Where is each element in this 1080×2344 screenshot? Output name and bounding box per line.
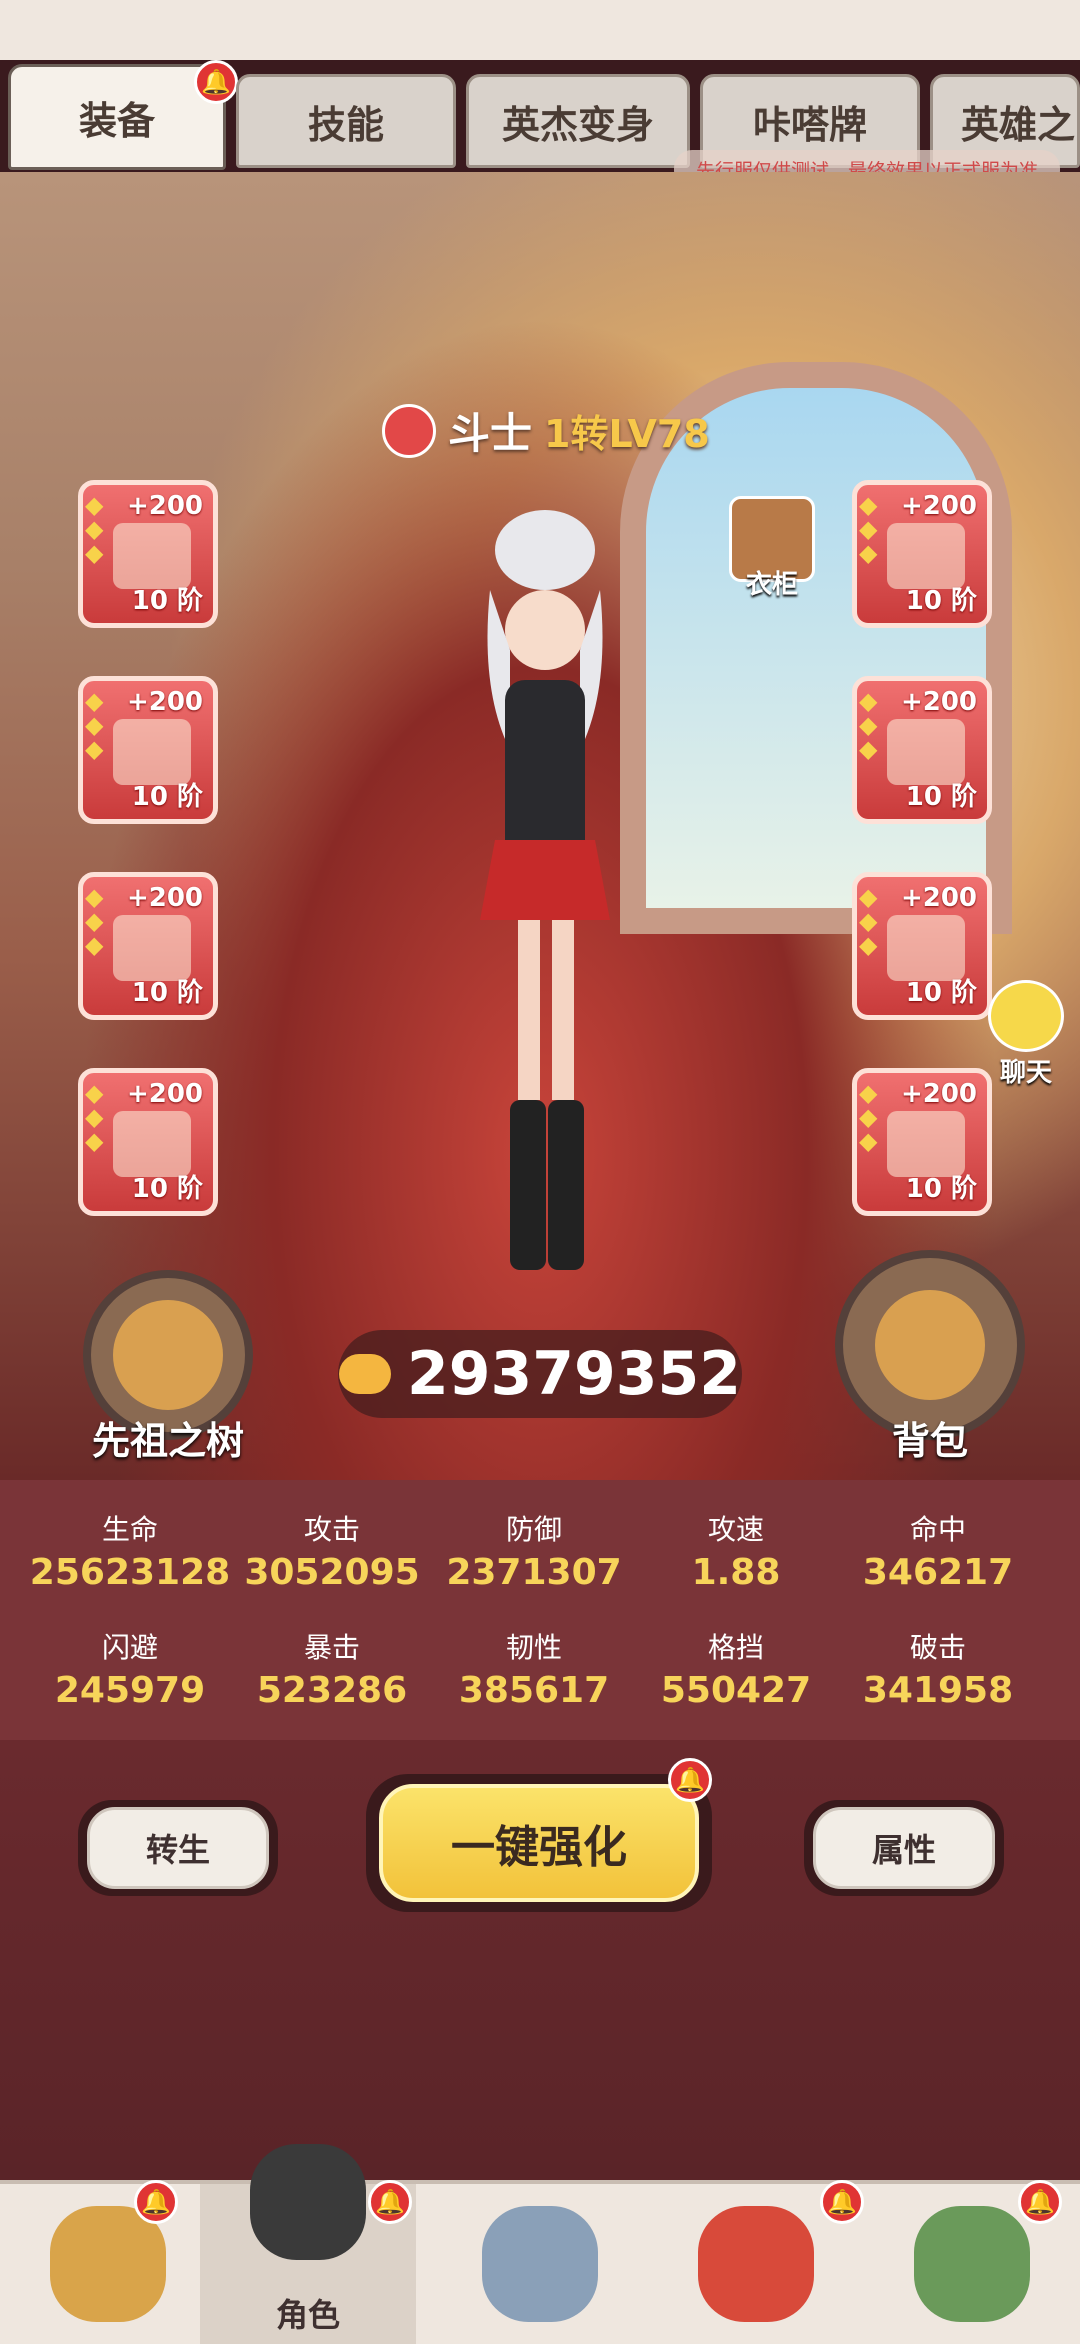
sword-shield-icon xyxy=(482,2206,598,2322)
star-icons: ◆ ◆ ◆ xyxy=(85,491,104,567)
chat-label: 聊天 xyxy=(999,1058,1052,1088)
tab-label: 咔嗒牌 xyxy=(752,102,867,147)
tier-label: 10 阶 xyxy=(905,586,977,616)
stat-accuracy: 命中 346217 xyxy=(862,1513,1014,1593)
star-icons: ◆ ◆ ◆ xyxy=(85,1079,104,1155)
star-icons: ◆ ◆ ◆ xyxy=(85,883,104,959)
tab-label: 装备 xyxy=(78,98,155,143)
nav-item-5[interactable]: 🔔 xyxy=(864,2180,1080,2344)
equipment-slot-bow[interactable]: ◆ ◆ ◆ +200 10 阶 xyxy=(78,676,218,824)
tab-label: 英雄之 xyxy=(961,102,1076,147)
star-icons: ◆ ◆ ◆ xyxy=(859,491,878,567)
equipment-slot-weapon-secondary[interactable]: ◆ ◆ ◆ +200 10 阶 xyxy=(852,480,992,628)
ancestor-tree-label: 先祖之树 xyxy=(91,1419,244,1463)
tier-label: 10 阶 xyxy=(131,586,203,616)
tab-label: 技能 xyxy=(307,102,384,147)
combat-power: 29379352 xyxy=(338,1330,742,1418)
enhance-level: +200 xyxy=(900,1079,977,1109)
enhance-level: +200 xyxy=(900,491,977,521)
enhance-level: +200 xyxy=(900,687,977,717)
nav-label: 角色 xyxy=(275,2296,340,2334)
tab-skills[interactable]: 技能 xyxy=(236,74,456,168)
equipment-slot-necklace[interactable]: ◆ ◆ ◆ +200 10 阶 xyxy=(852,1068,992,1216)
nav-item-3[interactable] xyxy=(432,2184,648,2344)
nav-item-4[interactable]: 🔔 xyxy=(648,2180,864,2344)
star-icons: ◆ ◆ ◆ xyxy=(85,687,104,763)
wardrobe-label: 衣柜 xyxy=(745,570,798,600)
tab-hero-transform[interactable]: 英杰变身 xyxy=(466,74,690,168)
stat-block: 格挡 550427 xyxy=(660,1631,812,1711)
nav-item-1[interactable]: 🔔 xyxy=(0,2180,216,2344)
chat-bubble-icon xyxy=(988,980,1064,1052)
class-icon xyxy=(382,403,436,458)
equipment-slot-boots[interactable]: ◆ ◆ ◆ +200 10 阶 xyxy=(852,872,992,1020)
notification-bell-icon: 🔔 xyxy=(1018,2180,1062,2224)
tribal-mask-icon xyxy=(914,2206,1030,2322)
stat-defense: 防御 2371307 xyxy=(446,1513,622,1593)
enhance-level: +200 xyxy=(126,687,203,717)
enhance-level: +200 xyxy=(900,883,977,913)
stat-toughness: 韧性 385617 xyxy=(458,1631,610,1711)
attributes-button[interactable]: 属性 xyxy=(804,1800,1004,1896)
tier-label: 10 阶 xyxy=(905,978,977,1008)
top-strip xyxy=(0,0,1080,60)
tab-label: 英杰变身 xyxy=(501,102,654,147)
bottom-nav: 🔔 角色 🔔 🔔 🔔 xyxy=(0,2144,1080,2344)
tier-label: 10 阶 xyxy=(131,782,203,812)
rebirth-button[interactable]: 转生 xyxy=(78,1800,278,1896)
hero-character-image xyxy=(480,510,610,1270)
character-avatar-icon xyxy=(250,2144,366,2260)
ancestor-tree-button[interactable]: 先祖之树 xyxy=(68,1270,268,1465)
chat-button[interactable]: 聊天 xyxy=(988,980,1064,1089)
enhance-all-button[interactable]: 一键强化 xyxy=(366,1774,712,1912)
equipment-slot-helmet[interactable]: ◆ ◆ ◆ +200 10 阶 xyxy=(852,676,992,824)
notification-bell-icon: 🔔 xyxy=(134,2180,178,2224)
rebirth-label: 转生 xyxy=(87,1807,269,1889)
notification-bell-icon: 🔔 xyxy=(368,2180,412,2224)
tier-label: 10 阶 xyxy=(131,1174,203,1204)
stats-panel: 生命 25623128 攻击 3052095 防御 2371307 攻速 1.88 命中… xyxy=(0,1480,1080,1740)
stat-attack: 攻击 3052095 xyxy=(244,1513,420,1593)
star-icons: ◆ ◆ ◆ xyxy=(859,687,878,763)
backpack-label: 背包 xyxy=(891,1419,968,1463)
enhance-level: +200 xyxy=(126,1079,203,1109)
tier-label: 10 阶 xyxy=(905,1174,977,1204)
notification-bell-icon: 🔔 xyxy=(194,60,238,104)
tier-label: 10 阶 xyxy=(905,782,977,812)
notification-bell-icon: 🔔 xyxy=(820,2180,864,2224)
stat-break: 破击 341958 xyxy=(862,1631,1014,1711)
equipment-slot-ring[interactable]: ◆ ◆ ◆ +200 10 阶 xyxy=(78,1068,218,1216)
enhance-level: +200 xyxy=(126,883,203,913)
enhance-level: +200 xyxy=(126,491,203,521)
action-bar: 转生 一键强化 🔔 属性 xyxy=(0,1740,1080,2180)
tier-label: 10 阶 xyxy=(131,978,203,1008)
dino-pet-icon xyxy=(698,2206,814,2322)
equipment-slot-horn[interactable]: ◆ ◆ ◆ +200 10 阶 xyxy=(78,872,218,1020)
hero-level: 1转LV78 xyxy=(544,412,710,456)
stat-dodge: 闪避 245979 xyxy=(54,1631,206,1711)
attributes-label: 属性 xyxy=(813,1807,995,1889)
flexed-arm-icon xyxy=(339,1354,391,1394)
stat-hp: 生命 25623128 xyxy=(29,1513,231,1593)
star-icons: ◆ ◆ ◆ xyxy=(859,1079,878,1155)
stat-crit: 暴击 523286 xyxy=(256,1631,408,1711)
notification-bell-icon: 🔔 xyxy=(668,1758,712,1802)
star-icons: ◆ ◆ ◆ xyxy=(859,883,878,959)
wardrobe-button[interactable]: 衣柜 xyxy=(722,496,822,601)
backpack-button[interactable]: 背包 xyxy=(830,1250,1030,1465)
stat-attack-speed: 攻速 1.88 xyxy=(691,1513,781,1593)
equipment-slot-weapon[interactable]: ◆ ◆ ◆ +200 10 阶 xyxy=(78,480,218,628)
nav-item-character[interactable]: 角色 🔔 xyxy=(200,2144,416,2344)
combat-power-value: 29379352 xyxy=(407,1339,741,1409)
scarecrow-icon xyxy=(50,2206,166,2322)
hero-label: 斗士 1转LV78 xyxy=(382,400,710,461)
enhance-all-label: 一键强化 xyxy=(379,1784,699,1902)
hero-class: 斗士 xyxy=(448,409,533,458)
